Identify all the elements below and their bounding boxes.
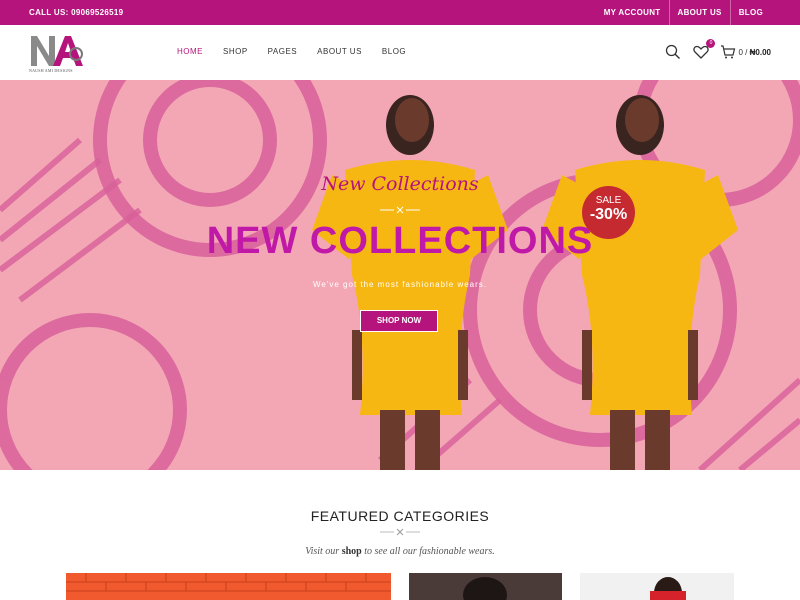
cart-summary: 0 / ₦0.00 xyxy=(738,48,771,57)
nav-blog[interactable]: BLOG xyxy=(382,47,406,56)
nav-shop[interactable]: SHOP xyxy=(223,47,248,56)
header-actions: 0 0 / ₦0.00 xyxy=(654,39,771,64)
wishlist-button[interactable]: 0 xyxy=(692,39,716,61)
brick-wall-image xyxy=(66,573,391,600)
shop-now-button[interactable]: SHOP NOW xyxy=(360,310,438,332)
hero-subtitle: We've got the most fashionable wears. xyxy=(312,280,487,289)
top-bar: CALL US: 09069526519 MY ACCOUNT ABOUT US… xyxy=(0,0,800,25)
featured-divider xyxy=(380,528,420,536)
hero-background-pattern xyxy=(0,80,800,470)
call-us-text: CALL US: 09069526519 xyxy=(29,8,124,17)
cart-separator: / xyxy=(745,47,748,57)
featured-subtitle: Visit our shop to see all our fashionabl… xyxy=(0,546,800,557)
hero-script-title: New Collections xyxy=(321,173,479,195)
hero-banner: New Collections NEW COLLECTIONS We've go… xyxy=(0,80,800,470)
category-image xyxy=(580,573,734,600)
cart-count: 0 xyxy=(738,47,743,57)
top-links: MY ACCOUNT ABOUT US BLOG xyxy=(596,0,771,25)
hero-divider xyxy=(380,206,420,214)
cart-total: ₦0.00 xyxy=(749,47,771,57)
main-nav: HOME SHOP PAGES ABOUT US BLOG xyxy=(177,47,426,56)
hero-title: NEW COLLECTIONS xyxy=(206,220,594,262)
category-card[interactable] xyxy=(580,573,734,600)
featured-categories-title: FEATURED CATEGORIES xyxy=(310,508,490,524)
shop-link[interactable]: shop xyxy=(342,546,362,557)
logo-mark xyxy=(31,36,83,66)
wishlist-count-badge: 0 xyxy=(706,39,716,48)
nav-about-us[interactable]: ABOUT US xyxy=(317,47,362,56)
featured-sub-before: Visit our xyxy=(305,546,342,557)
blog-top-link[interactable]: BLOG xyxy=(729,0,771,25)
featured-sub-after: to see all our fashionable wears. xyxy=(361,546,495,557)
category-image xyxy=(409,573,562,600)
logo-tagline: NAUSH AMI DESIGNS xyxy=(29,68,73,73)
sale-value: -30% xyxy=(589,206,628,223)
nav-home[interactable]: HOME xyxy=(177,47,203,56)
cart-button[interactable]: 0 / ₦0.00 xyxy=(720,43,771,61)
category-card[interactable] xyxy=(409,573,562,600)
nav-pages[interactable]: PAGES xyxy=(268,47,297,56)
sale-badge: SALE -30% xyxy=(582,186,635,239)
about-us-top-link[interactable]: ABOUT US xyxy=(668,0,730,25)
cart-icon xyxy=(721,45,736,59)
my-account-link[interactable]: MY ACCOUNT xyxy=(596,0,669,25)
sale-label: SALE xyxy=(595,195,622,206)
site-header: NAUSH AMI DESIGNS HOME SHOP PAGES ABOUT … xyxy=(0,25,800,80)
category-card[interactable] xyxy=(66,573,391,600)
site-logo[interactable]: NAUSH AMI DESIGNS xyxy=(29,30,87,74)
search-icon[interactable] xyxy=(664,43,682,61)
